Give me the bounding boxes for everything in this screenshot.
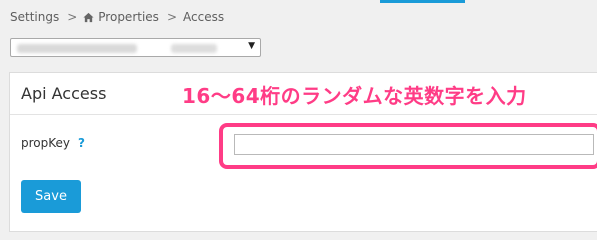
save-button[interactable]: Save xyxy=(21,180,81,213)
top-nav-active-indicator xyxy=(380,0,465,3)
breadcrumb-access: Access xyxy=(183,10,225,24)
breadcrumb-properties[interactable]: Properties xyxy=(98,10,159,24)
breadcrumb-separator: > xyxy=(166,10,177,24)
breadcrumb: Settings > Properties > Access xyxy=(10,10,224,24)
help-icon[interactable]: ? xyxy=(78,136,85,150)
breadcrumb-settings[interactable]: Settings xyxy=(10,10,59,24)
propkey-label: propKey xyxy=(21,136,71,150)
redacted-property-name xyxy=(17,44,137,53)
property-select[interactable]: ▼ xyxy=(10,38,261,57)
home-icon xyxy=(83,12,94,22)
panel-title: Api Access xyxy=(21,84,107,103)
annotation-callout: 16〜64桁のランダムな英数字を入力 xyxy=(182,84,527,108)
redacted-property-id xyxy=(171,44,217,53)
propkey-label-group: propKey ? xyxy=(21,136,85,150)
breadcrumb-separator: > xyxy=(67,10,78,24)
annotation-highlight-frame xyxy=(219,123,597,169)
dropdown-arrow-icon: ▼ xyxy=(248,41,255,51)
